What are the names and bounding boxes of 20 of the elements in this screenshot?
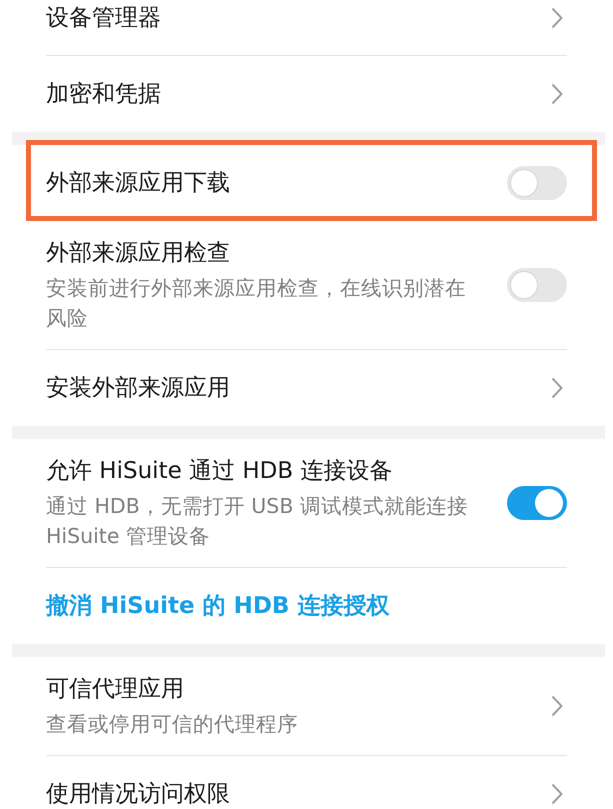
setting-description: 安装前进行外部来源应用检查，在线识别潜在风险: [46, 275, 467, 332]
revoke-link[interactable]: 撤消 HiSuite 的 HDB 连接授权: [46, 590, 567, 622]
chevron-right-icon[interactable]: [551, 6, 563, 28]
chevron-right-icon[interactable]: [551, 83, 563, 105]
setting-title: 安装外部来源应用: [46, 374, 231, 403]
setting-description: 查看或停用可信的代理程序: [46, 711, 299, 738]
toggle-switch[interactable]: [507, 166, 567, 200]
chevron-right-icon[interactable]: [551, 695, 563, 717]
setting-title: 加密和凭据: [46, 80, 162, 109]
setting-title: 可信代理应用: [46, 675, 185, 704]
setting-title: 外部来源应用下载: [46, 168, 231, 198]
setting-title: 使用情况访问权限: [46, 780, 231, 809]
toggle-switch[interactable]: [507, 486, 567, 520]
chevron-right-icon[interactable]: [551, 783, 563, 805]
setting-title: 设备管理器: [46, 4, 162, 32]
toggle-switch[interactable]: [507, 268, 567, 302]
setting-description: 通过 HDB，无需打开 USB 调试模式就能连接 HiSuite 管理设备: [46, 493, 469, 550]
setting-title: 允许 HiSuite 通过 HDB 连接设备: [46, 457, 394, 486]
setting-title: 外部来源应用检查: [46, 239, 231, 268]
chevron-right-icon[interactable]: [551, 377, 563, 399]
